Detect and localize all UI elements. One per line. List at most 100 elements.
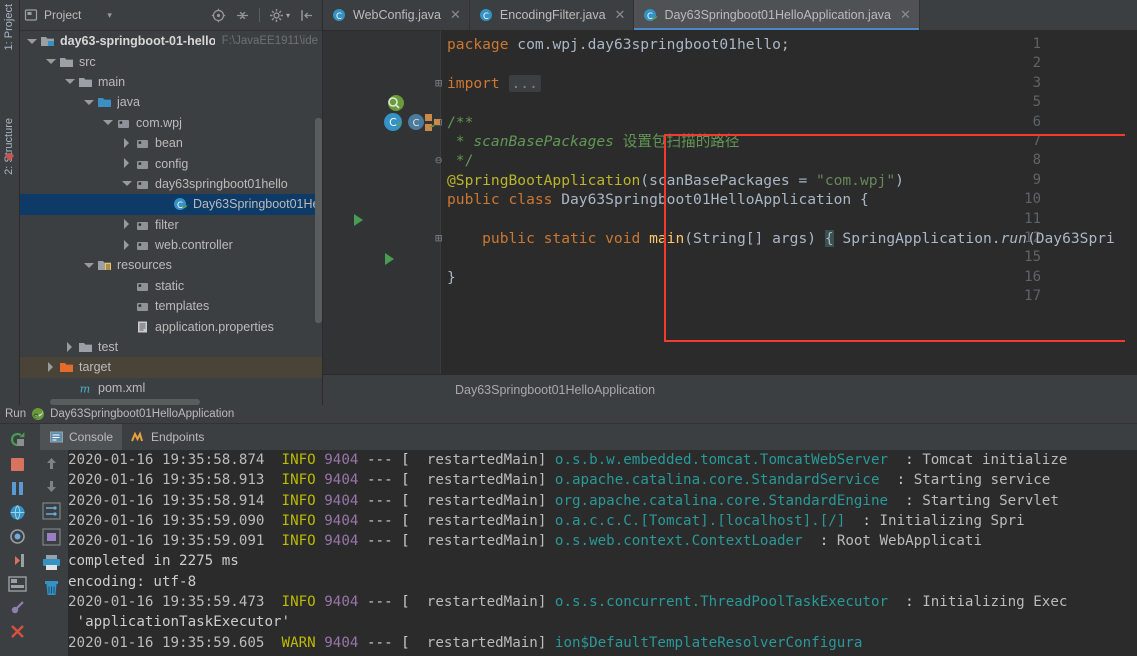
project-tree-item-application-properties[interactable]: application.properties <box>20 316 322 336</box>
breadcrumb[interactable]: Day63Springboot01HelloApplication <box>323 374 1137 405</box>
project-tree-item-day63-springboot-01-hello[interactable]: day63-springboot-01-hello F:\JavaEE1911\i… <box>20 31 322 51</box>
chevron-down-icon[interactable] <box>102 117 113 128</box>
project-tree-item-target[interactable]: target <box>20 357 322 378</box>
chevron-right-icon[interactable] <box>64 341 75 353</box>
project-tree-vertical-scrollbar[interactable] <box>315 118 322 323</box>
trash-icon[interactable] <box>43 579 60 597</box>
project-tree-item-day63springboot01hello[interactable]: day63springboot01hello <box>20 174 322 194</box>
gear-icon[interactable] <box>269 8 284 23</box>
code-line[interactable]: import ... <box>447 74 541 93</box>
chevron-right-icon[interactable] <box>121 158 132 169</box>
browser-icon[interactable] <box>9 504 26 521</box>
package-icon <box>135 238 150 252</box>
run-tab-endpoints[interactable]: Endpoints <box>122 424 213 450</box>
project-tree-item-filter[interactable]: filter <box>20 215 322 235</box>
locate-target-icon[interactable] <box>211 8 226 23</box>
run-tool-window: Run ⊙ Day63Springboot01HelloApplication … <box>0 405 1137 656</box>
chevron-down-icon[interactable] <box>64 76 75 87</box>
code-line[interactable]: */ <box>447 151 474 170</box>
code-line[interactable]: } <box>447 268 456 287</box>
code-line[interactable]: * scanBasePackages 设置包扫描的路径 <box>447 132 740 151</box>
chevron-right-icon[interactable] <box>121 137 132 149</box>
project-tree-item-label: Day63Springboot01HelloA <box>193 197 318 212</box>
editor-tab-day63springboot01helloapplication[interactable]: C Day63Springboot01HelloApplication.java ✕ <box>634 0 920 30</box>
gear-dropdown-arrow-icon[interactable]: ▾ <box>286 11 290 20</box>
line-number: 9 <box>1032 171 1041 188</box>
project-tree-item-resources[interactable]: resources <box>20 255 322 275</box>
scroll-down-icon[interactable] <box>44 479 59 494</box>
project-tree[interactable]: day63-springboot-01-hello F:\JavaEE1911\i… <box>20 31 322 405</box>
code-line[interactable]: package com.wpj.day63springboot01hello; <box>447 35 790 54</box>
attach-icon[interactable] <box>9 599 26 616</box>
project-tree-item-label: pom.xml <box>98 380 146 395</box>
project-tree-item-bean[interactable]: bean <box>20 133 322 153</box>
pause-icon[interactable] <box>9 480 26 497</box>
chevron-down-icon[interactable] <box>83 97 94 108</box>
project-tree-item-src[interactable]: src <box>20 51 322 71</box>
editor-tab-webconfig[interactable]: C WebConfig.java ✕ <box>323 0 470 30</box>
project-tree-item-templates[interactable]: templates <box>20 296 322 316</box>
close-icon[interactable] <box>9 623 26 640</box>
run-tab-console[interactable]: Console <box>40 424 123 450</box>
chevron-down-icon[interactable] <box>83 260 94 271</box>
actuator-icon[interactable] <box>9 528 26 545</box>
chevron-right-icon[interactable] <box>121 239 132 251</box>
chevron-right-icon[interactable] <box>121 219 132 230</box>
tab-close-icon[interactable]: ✕ <box>615 7 626 23</box>
project-tree-item-pom-xml[interactable]: m pom.xml <box>20 378 322 398</box>
code-line[interactable]: public static void main(String[] args) {… <box>447 229 1115 248</box>
editor-tab-bar[interactable]: C WebConfig.java ✕ C EncodingFilter.java ✕ C Da… <box>323 0 1137 31</box>
print-icon[interactable] <box>42 554 61 571</box>
run-primary-toolbar[interactable] <box>0 424 34 656</box>
chevron-down-icon[interactable]: ▾ <box>107 10 112 21</box>
tab-close-icon[interactable]: ✕ <box>900 7 911 23</box>
console-log-segment: --- [ <box>366 594 410 611</box>
tab-close-icon[interactable]: ✕ <box>450 7 461 23</box>
project-tree-item-test[interactable]: test <box>20 337 322 357</box>
chevron-down-icon[interactable] <box>26 36 37 47</box>
project-tree-item-com-wpj[interactable]: com.wpj <box>20 113 322 133</box>
excluded-folder-icon <box>59 360 74 374</box>
scroll-up-icon[interactable] <box>44 456 59 471</box>
favorites-icon[interactable] <box>4 150 16 161</box>
project-tree-item-java[interactable]: java <box>20 92 322 112</box>
spring-bean-gutter-icon-group[interactable]: C C <box>380 94 440 137</box>
editor-vertical-scrollbar[interactable] <box>1125 62 1137 374</box>
code-line[interactable]: public class Day63Springboot01HelloAppli… <box>447 190 869 209</box>
soft-wrap-icon[interactable] <box>41 502 61 520</box>
restart-icon[interactable] <box>8 552 26 569</box>
project-tree-item-day63springboot01helloa[interactable]: C Day63Springboot01HelloA <box>20 194 322 215</box>
run-secondary-toolbar[interactable] <box>34 450 68 656</box>
stop-icon[interactable] <box>9 456 26 473</box>
package-icon <box>135 299 150 313</box>
project-tree-item-config[interactable]: config <box>20 153 322 173</box>
collapse-all-icon[interactable] <box>235 8 250 23</box>
editor-tab-encodingfilter[interactable]: C EncodingFilter.java ✕ <box>470 0 635 30</box>
console-output[interactable]: 2020-01-16 19:35:58.874 INFO 9404 --- [ … <box>68 450 1137 656</box>
project-tree-item-main[interactable]: main <box>20 72 322 92</box>
chevron-down-icon[interactable] <box>45 56 56 67</box>
svg-text:C: C <box>336 12 342 22</box>
clear-all-icon[interactable] <box>41 528 61 546</box>
layout-icon[interactable] <box>7 576 27 592</box>
chevron-down-icon[interactable] <box>121 178 132 189</box>
rerun-icon[interactable] <box>8 430 27 449</box>
run-gutter-icon-main[interactable] <box>385 253 394 265</box>
hide-panel-icon[interactable] <box>299 8 314 23</box>
fold-expand-icon-method[interactable]: ⊞ <box>435 229 442 248</box>
project-tree-item-web-controller[interactable]: web.controller <box>20 235 322 255</box>
fold-expand-icon[interactable]: ⊞ <box>435 74 442 93</box>
code-token: import <box>447 74 500 92</box>
run-gutter-icon-class[interactable] <box>354 214 363 226</box>
code-token: */ <box>447 152 474 170</box>
code-line[interactable]: @SpringBootApplication(scanBasePackages … <box>447 171 904 190</box>
console-log-segment: Initializing Spri <box>879 512 1025 529</box>
resources-folder-icon <box>97 258 112 272</box>
project-tree-item-static[interactable]: static <box>20 276 322 296</box>
chevron-right-icon[interactable] <box>45 361 56 373</box>
source-code[interactable]: 1 package com.wpj.day63springboot01hello;… <box>323 31 1137 374</box>
fold-end-icon[interactable]: ⊖ <box>435 151 442 170</box>
code-line[interactable]: /** <box>447 113 473 132</box>
run-tab-bar[interactable]: Console Endpoints <box>0 424 1137 450</box>
editor-code-area[interactable]: 1 package com.wpj.day63springboot01hello;… <box>323 31 1137 374</box>
